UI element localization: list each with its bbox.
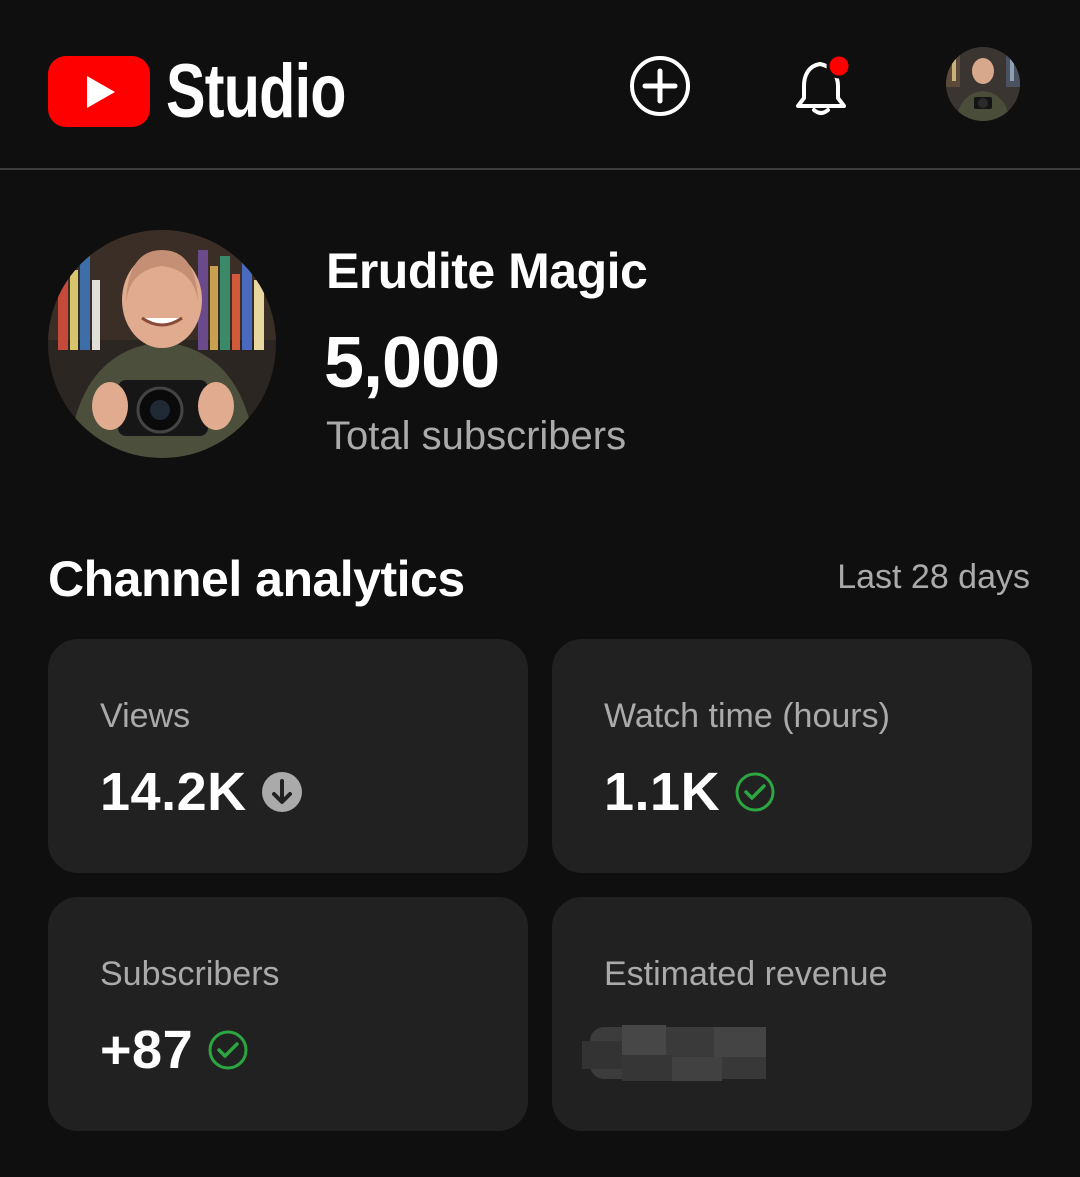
top-app-bar: Studio — [0, 0, 1080, 170]
youtube-play-icon — [48, 56, 150, 127]
metric-card-views[interactable]: Views 14.2K — [48, 639, 528, 873]
metric-label: Watch time (hours) — [604, 697, 890, 735]
metric-value: 14.2K — [100, 762, 247, 822]
metric-value: 1.1K — [604, 762, 721, 822]
logo-text: Studio — [166, 49, 346, 134]
check-circle-icon — [734, 771, 776, 813]
metric-card-estimated-revenue[interactable]: Estimated revenue — [552, 897, 1032, 1131]
account-avatar[interactable] — [946, 47, 1020, 121]
section-title-channel-analytics: Channel analytics — [48, 551, 465, 607]
arrow-down-circle-icon — [261, 771, 303, 813]
create-plus-icon[interactable] — [628, 54, 692, 118]
metric-card-subscribers[interactable]: Subscribers +87 — [48, 897, 528, 1131]
metric-label: Subscribers — [100, 955, 280, 993]
metric-card-watch-time[interactable]: Watch time (hours) 1.1K — [552, 639, 1032, 873]
metric-value: +87 — [100, 1020, 194, 1080]
subscriber-count: 5,000 — [324, 323, 500, 403]
metric-label: Views — [100, 697, 191, 735]
subscriber-label: Total subscribers — [326, 414, 627, 458]
check-circle-icon — [207, 1029, 249, 1071]
notification-dot — [826, 53, 852, 79]
channel-avatar — [48, 230, 276, 458]
notification-bell-icon[interactable] — [792, 52, 856, 118]
metric-label: Estimated revenue — [604, 955, 888, 993]
youtube-studio-logo[interactable]: Studio — [48, 48, 396, 135]
analytics-period-selector[interactable]: Last 28 days — [837, 558, 1030, 597]
redacted-value — [582, 1021, 766, 1085]
channel-name: Erudite Magic — [326, 243, 648, 299]
